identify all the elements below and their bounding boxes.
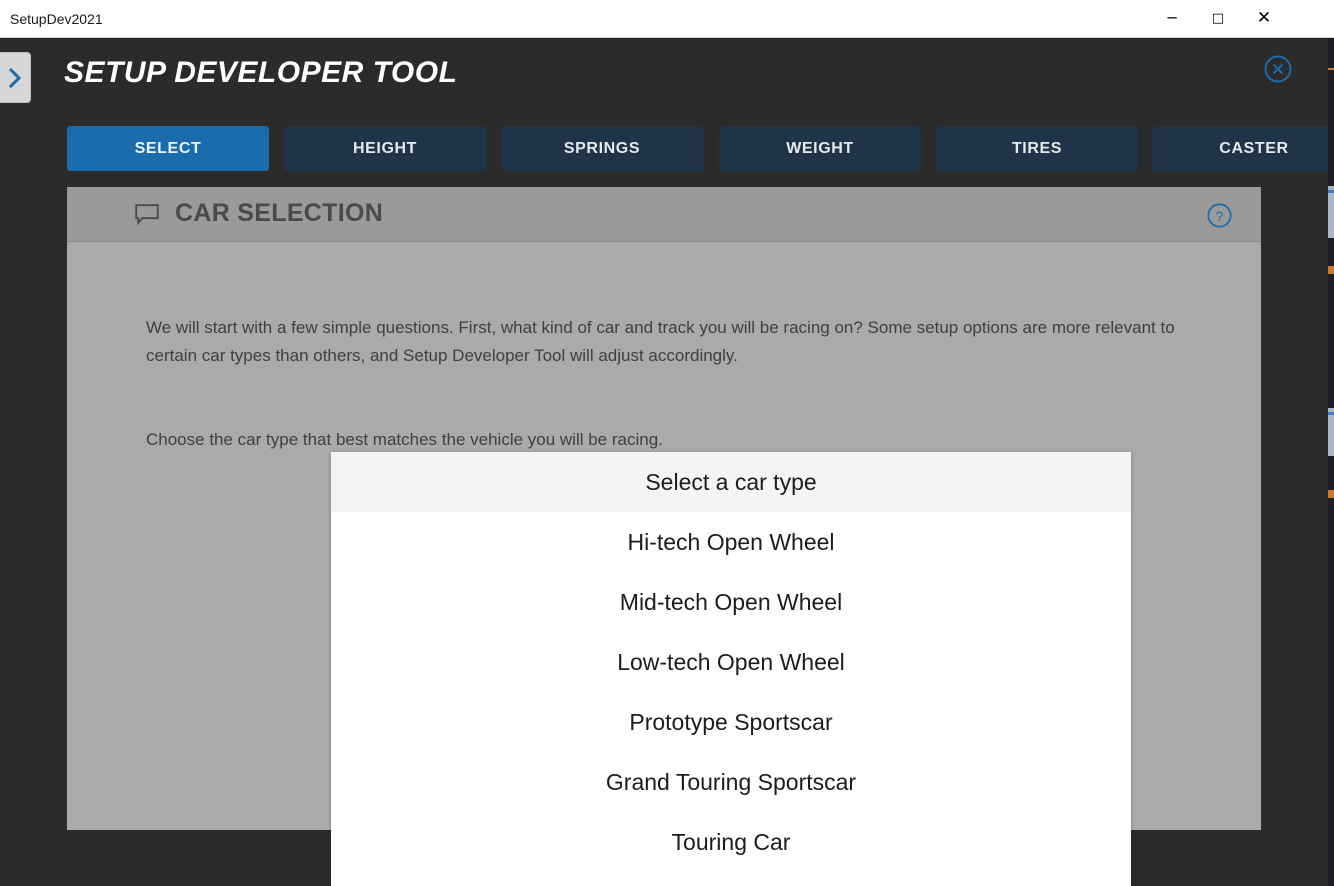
- dropdown-option-mid-tech-open-wheel[interactable]: Mid-tech Open Wheel: [331, 572, 1131, 632]
- speech-bubble-icon: [135, 204, 159, 225]
- tab-caster[interactable]: CASTER: [1153, 126, 1328, 171]
- dropdown-option-low-tech-open-wheel[interactable]: Low-tech Open Wheel: [331, 632, 1131, 692]
- tab-bar: SELECT HEIGHT SPRINGS WEIGHT TIRES CASTE…: [67, 126, 1328, 171]
- question-circle-icon: ?: [1207, 203, 1232, 228]
- tab-springs[interactable]: SPRINGS: [501, 126, 703, 171]
- sidebar-toggle-button[interactable]: [0, 52, 31, 103]
- tab-select[interactable]: SELECT: [67, 126, 269, 171]
- close-icon: ✕: [1257, 10, 1271, 27]
- chevron-right-icon: [7, 66, 23, 90]
- help-button[interactable]: ?: [1207, 203, 1232, 228]
- dropdown-option-touring-car[interactable]: Touring Car: [331, 812, 1131, 872]
- tab-height[interactable]: HEIGHT: [284, 126, 486, 171]
- panel-body: We will start with a few simple question…: [67, 242, 1261, 830]
- dropdown-option-placeholder[interactable]: Select a car type: [331, 452, 1131, 512]
- tab-tires[interactable]: TIRES: [936, 126, 1138, 171]
- window-title: SetupDev2021: [10, 11, 103, 27]
- window-maximize-button[interactable]: □: [1195, 0, 1241, 37]
- page-title: SETUP DEVELOPER TOOL: [64, 56, 457, 90]
- tab-weight[interactable]: WEIGHT: [719, 126, 921, 171]
- car-type-dropdown-list[interactable]: Select a car type Hi-tech Open Wheel Mid…: [331, 452, 1131, 886]
- panel-header: CAR SELECTION ?: [67, 187, 1261, 242]
- dropdown-option-open-wheel-oval[interactable]: Open Wheel Oval: [331, 872, 1131, 886]
- window-titlebar[interactable]: SetupDev2021 ─ □ ✕: [0, 0, 1334, 38]
- svg-text:?: ?: [1216, 208, 1224, 224]
- circle-close-icon: [1264, 55, 1292, 83]
- minimize-icon: ─: [1167, 11, 1176, 26]
- dropdown-option-grand-touring-sportscar[interactable]: Grand Touring Sportscar: [331, 752, 1131, 812]
- window-minimize-button[interactable]: ─: [1149, 0, 1195, 37]
- intro-paragraph-1: We will start with a few simple question…: [146, 314, 1186, 370]
- dropdown-option-prototype-sportscar[interactable]: Prototype Sportscar: [331, 692, 1131, 752]
- application-root: SETUP DEVELOPER TOOL SELECT HEIGHT SPRIN…: [0, 38, 1328, 886]
- content-panel: CAR SELECTION ? We will start with a few…: [67, 187, 1261, 830]
- app-close-button[interactable]: [1264, 55, 1292, 83]
- dropdown-option-hi-tech-open-wheel[interactable]: Hi-tech Open Wheel: [331, 512, 1131, 572]
- intro-paragraph-2: Choose the car type that best matches th…: [146, 426, 1186, 454]
- panel-title: CAR SELECTION: [175, 199, 383, 228]
- maximize-icon: □: [1212, 12, 1224, 25]
- background-window-sliver[interactable]: [1328, 38, 1334, 886]
- window-close-button[interactable]: ✕: [1241, 0, 1287, 37]
